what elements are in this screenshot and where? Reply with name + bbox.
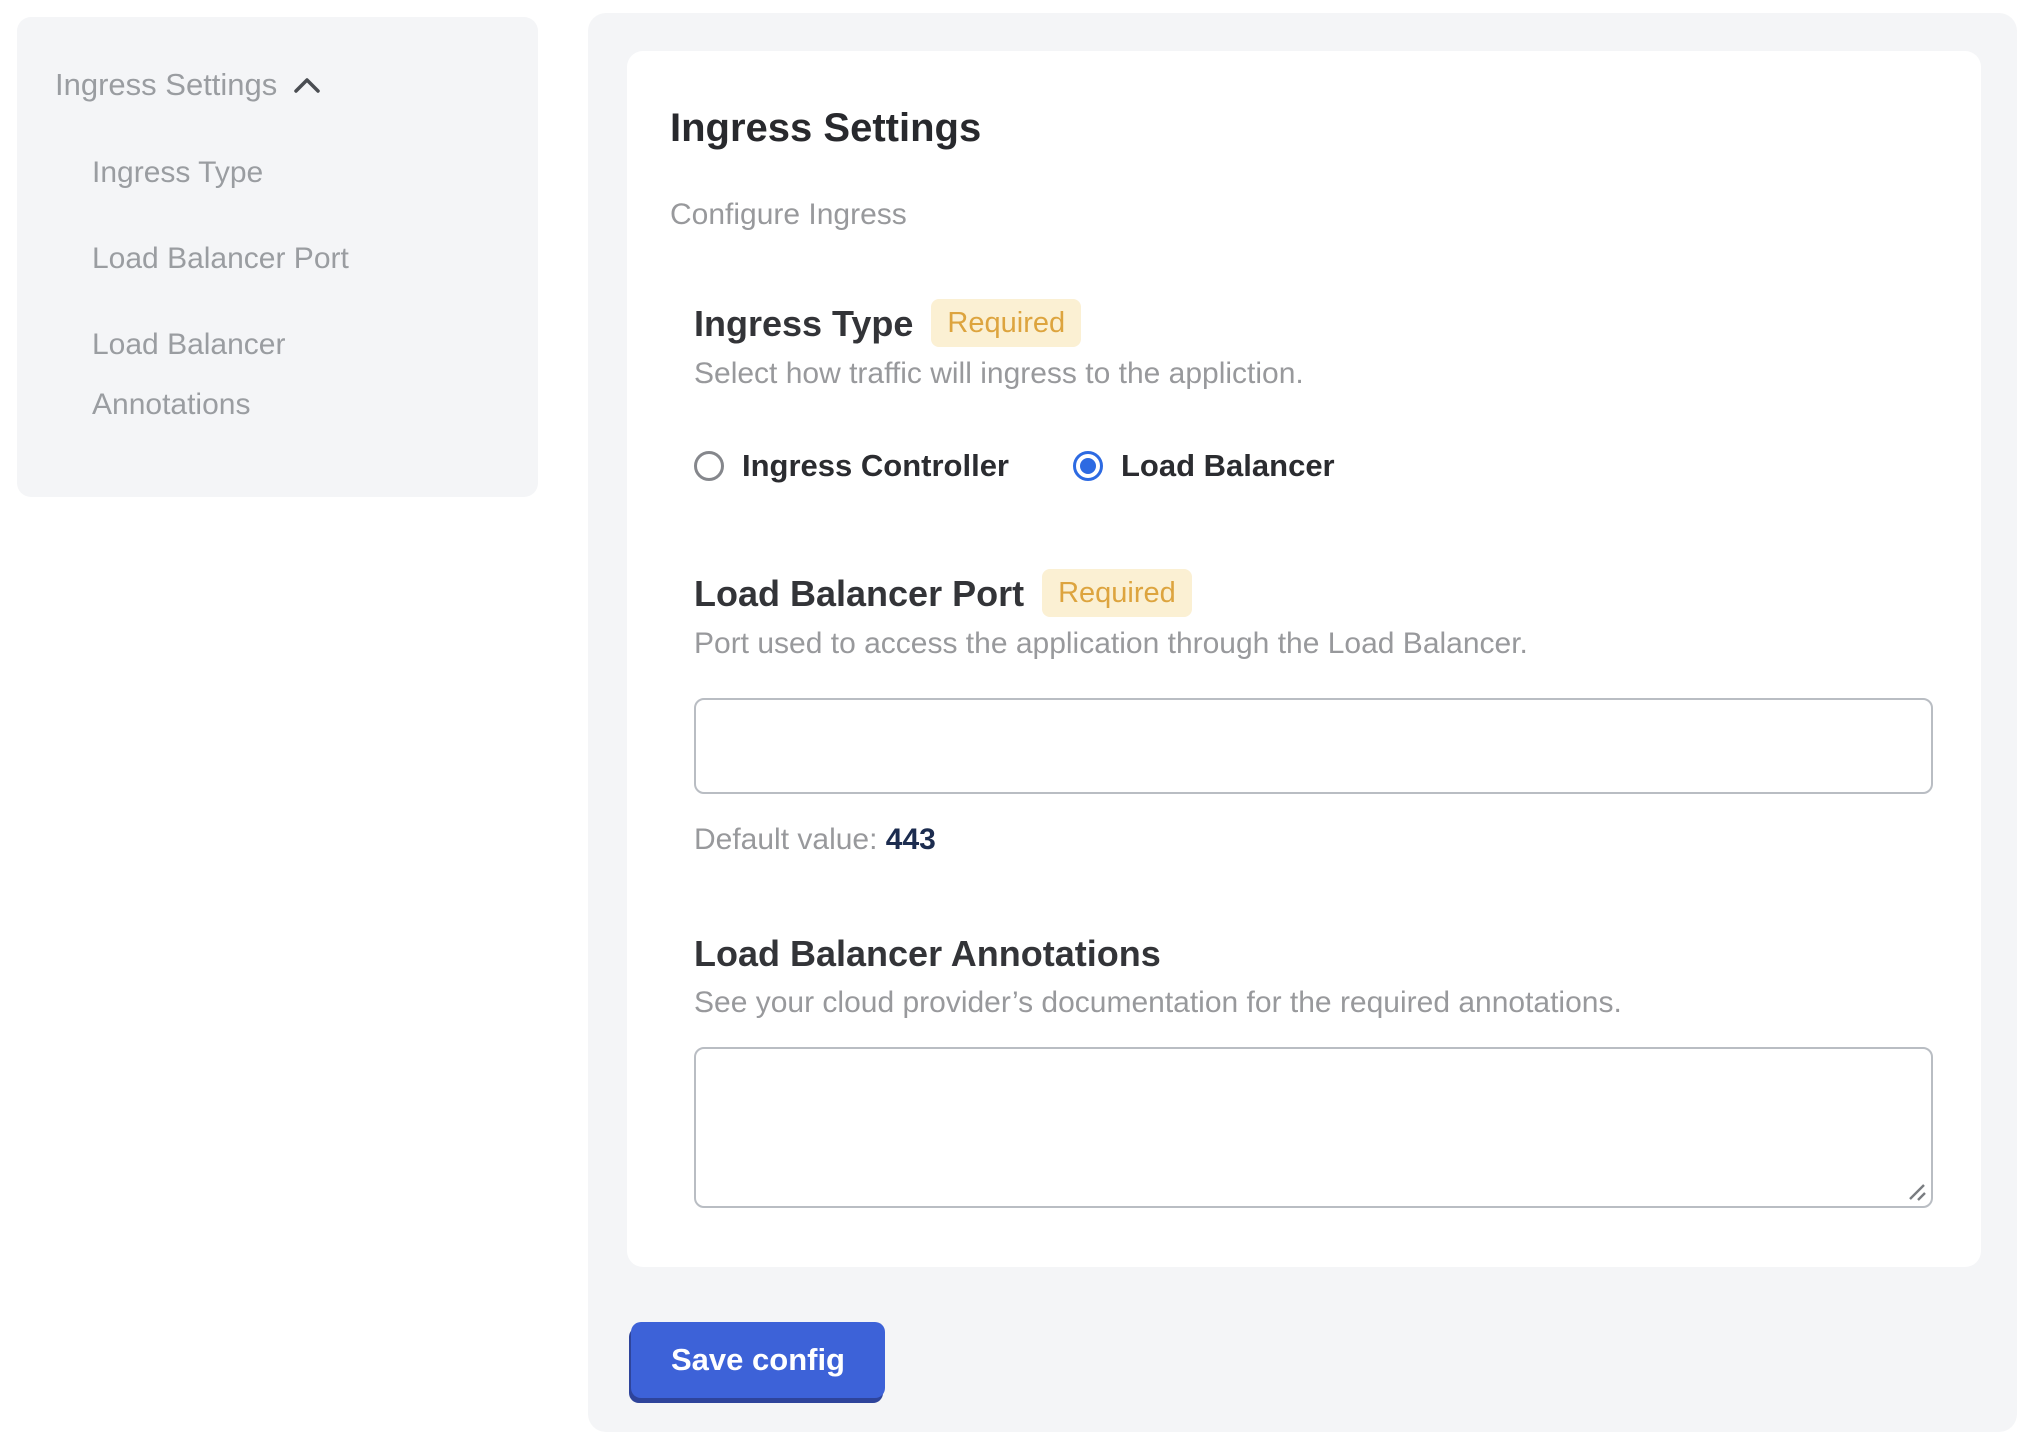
load-balancer-port-label: Load Balancer Port [694, 571, 1024, 617]
load-balancer-port-input[interactable] [694, 698, 1933, 794]
required-badge: Required [1042, 569, 1192, 617]
radio-option-load-balancer[interactable]: Load Balancer [1073, 446, 1335, 486]
load-balancer-annotations-description: See your cloud provider’s documentation … [694, 983, 1933, 1023]
default-value-label: Default value: [694, 823, 877, 856]
ingress-type-radio-group: Ingress Controller Load Balancer [694, 446, 1933, 486]
config-nav-sidebar: Ingress Settings Ingress Type Load Balan… [17, 17, 538, 497]
page-subtitle: Configure Ingress [670, 196, 1933, 234]
sidebar-group-ingress-settings[interactable]: Ingress Settings [55, 67, 508, 103]
default-value: 443 [886, 823, 936, 856]
ingress-settings-card: Ingress Settings Configure Ingress Ingre… [627, 51, 1981, 1267]
radio-unselected-icon[interactable] [694, 451, 724, 481]
section-heading-row: Ingress Type Required [694, 300, 1933, 348]
radio-label: Load Balancer [1121, 446, 1335, 486]
sidebar-item-list: Ingress Type Load Balancer Port Load Bal… [92, 143, 508, 435]
load-balancer-annotations-textarea[interactable] [694, 1047, 1933, 1208]
page-title: Ingress Settings [670, 104, 1933, 152]
sidebar-item-ingress-type[interactable]: Ingress Type [92, 143, 412, 203]
radio-option-ingress-controller[interactable]: Ingress Controller [694, 446, 1009, 486]
config-main-panel: Ingress Settings Configure Ingress Ingre… [588, 13, 2017, 1432]
resize-handle-icon[interactable] [1906, 1181, 1928, 1203]
radio-label: Ingress Controller [742, 446, 1009, 486]
section-heading-row: Load Balancer Annotations [694, 931, 1933, 977]
load-balancer-annotations-label: Load Balancer Annotations [694, 931, 1161, 977]
save-config-button[interactable]: Save config [631, 1322, 885, 1398]
sidebar-item-load-balancer-annotations[interactable]: Load Balancer Annotations [92, 315, 412, 435]
required-badge: Required [931, 299, 1081, 347]
radio-selected-icon[interactable] [1073, 451, 1103, 481]
annotations-textarea-wrap [694, 1047, 1933, 1208]
sidebar-group-label: Ingress Settings [55, 67, 277, 103]
section-heading-row: Load Balancer Port Required [694, 570, 1933, 618]
section-load-balancer-annotations: Load Balancer Annotations See your cloud… [694, 931, 1933, 1208]
sidebar-item-load-balancer-port[interactable]: Load Balancer Port [92, 229, 412, 289]
chevron-up-icon [293, 76, 321, 94]
ingress-type-description: Select how traffic will ingress to the a… [694, 354, 1933, 394]
default-value-row: Default value: 443 [694, 820, 1933, 860]
load-balancer-port-description: Port used to access the application thro… [694, 624, 1933, 664]
ingress-type-label: Ingress Type [694, 301, 913, 347]
section-load-balancer-port: Load Balancer Port Required Port used to… [694, 570, 1933, 860]
section-ingress-type: Ingress Type Required Select how traffic… [694, 300, 1933, 486]
